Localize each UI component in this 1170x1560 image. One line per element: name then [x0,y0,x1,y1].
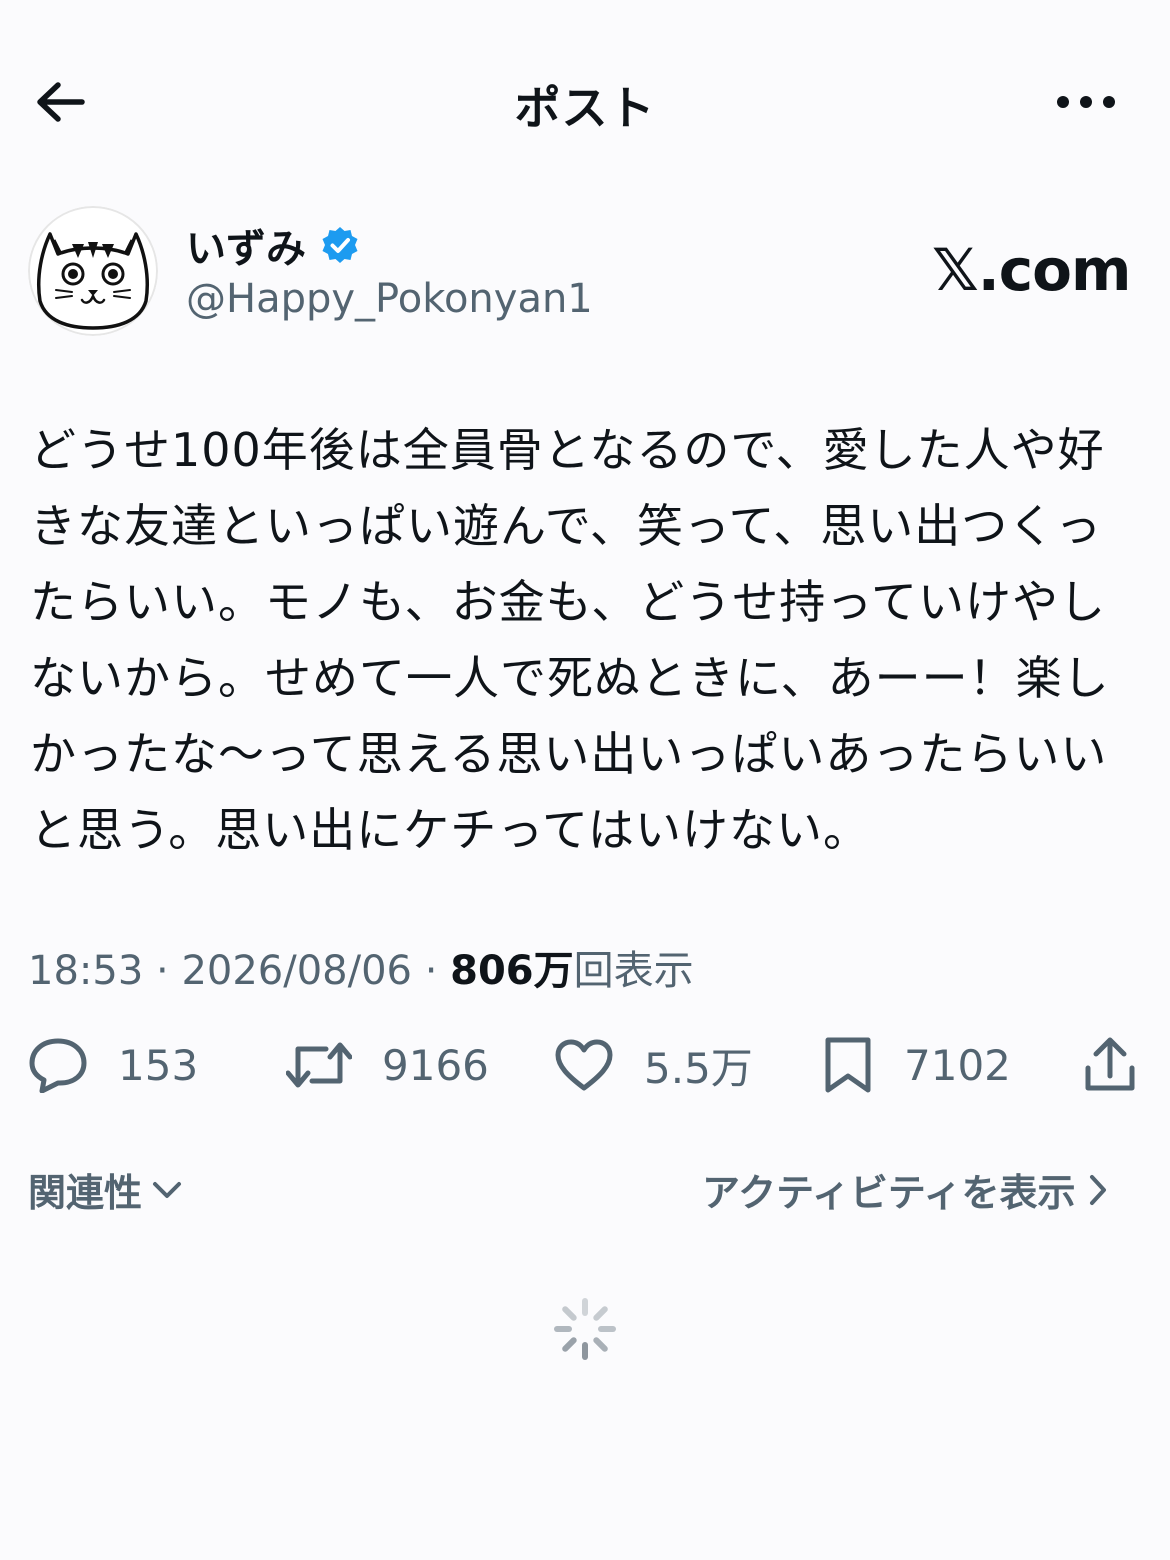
more-options-button[interactable] [1048,78,1124,126]
more-horizontal-icon [1057,96,1115,108]
author-name-text: いずみ [186,226,306,272]
post-text: どうせ100年後は全員骨となるので、愛した人や好 きな友達といっぱい遊んで、笑っ… [30,423,1110,857]
share-icon [1085,1037,1135,1091]
sort-relevance-dropdown[interactable]: 関連性 [28,1162,182,1217]
reply-icon [29,1038,87,1093]
author-handle[interactable]: @Happy_Pokonyan1 [186,276,593,322]
reply-button[interactable]: 153 [28,1032,198,1098]
like-button[interactable]: 5.5万 [554,1032,753,1098]
share-button[interactable] [1082,1032,1138,1098]
activity-label: アクティビティを表示 [702,1171,1076,1215]
bookmark-button[interactable]: 7102 [822,1032,1011,1098]
meta-separator: · [143,948,182,994]
reply-count: 153 [118,1040,199,1090]
meta-separator: · [411,948,451,994]
post-meta: 18:53 · 2026/08/06 · 806万回表示 [28,938,694,996]
bookmark-count: 7102 [904,1040,1011,1090]
author-display-name[interactable]: いずみ [186,216,360,274]
bookmark-icon [825,1037,871,1093]
chevron-down-icon [153,1181,182,1198]
repost-count: 9166 [382,1040,489,1090]
repost-icon [286,1042,352,1088]
relevance-label: 関連性 [28,1171,143,1215]
verified-badge-icon [322,227,358,263]
heart-icon [555,1039,613,1091]
views-count: 806万 [450,948,574,994]
x-com-logo: 𝕏.com [932,236,1131,304]
views-label: 回表示 [573,948,694,994]
like-count: 5.5万 [644,1043,753,1093]
view-activity-link[interactable]: アクティビティを表示 [702,1162,1108,1217]
chevron-right-icon [1089,1174,1106,1205]
loading-spinner-icon [553,1297,617,1361]
post-time[interactable]: 18:53 [28,948,143,994]
avatar[interactable] [28,206,158,336]
repost-button[interactable]: 9166 [286,1032,489,1098]
post-date[interactable]: 2026/08/06 [181,948,412,994]
cat-face-avatar [28,206,158,336]
page-title: ポスト [514,81,656,135]
